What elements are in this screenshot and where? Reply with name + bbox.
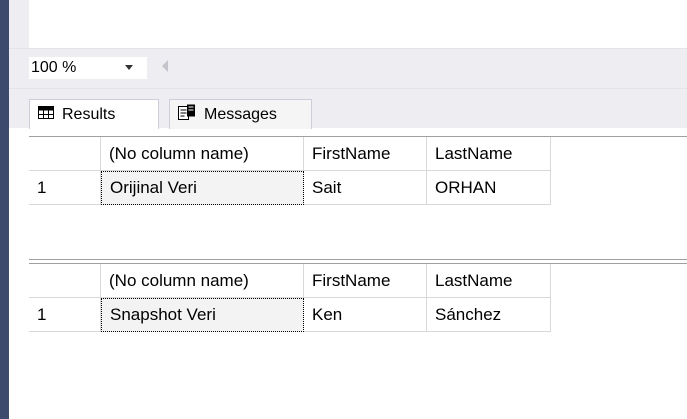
tab-results[interactable]: Results [29, 99, 159, 129]
tab-messages-label: Messages [204, 105, 277, 123]
column-header[interactable]: FirstName [304, 264, 427, 298]
column-header[interactable]: (No column name) [101, 137, 304, 171]
chevron-down-icon[interactable] [125, 65, 133, 70]
table-cell[interactable]: Sait [304, 171, 427, 205]
zoom-value: 100 % [31, 59, 77, 76]
column-header[interactable]: FirstName [304, 137, 427, 171]
zoom-dropdown[interactable]: 100 % [29, 57, 147, 79]
column-header[interactable]: (No column name) [101, 264, 304, 298]
row-number[interactable]: 1 [29, 171, 101, 205]
editor-left-border [0, 0, 9, 419]
result-grid-1[interactable]: (No column name) FirstName LastName 1 Or… [29, 136, 687, 260]
row-number-header [29, 264, 101, 298]
table-cell[interactable]: Ken [304, 298, 427, 332]
query-editor[interactable] [9, 0, 687, 48]
result-grid-2[interactable]: (No column name) FirstName LastName 1 Sn… [29, 263, 687, 419]
scroll-left-arrow-icon[interactable] [162, 60, 168, 72]
column-header[interactable]: LastName [427, 264, 551, 298]
results-tab-bar: Results Messages [9, 88, 687, 129]
grid-icon [38, 105, 54, 124]
column-header[interactable]: LastName [427, 137, 551, 171]
results-panel: Results Messages (No column name) FirstN… [9, 88, 687, 419]
grid-header-row: (No column name) FirstName LastName [29, 264, 551, 298]
table-row[interactable]: 1 Orijinal Veri Sait ORHAN [29, 171, 551, 205]
tab-messages[interactable]: Messages [169, 99, 312, 129]
table-row[interactable]: 1 Snapshot Veri Ken Sánchez [29, 298, 551, 332]
table-cell-selected[interactable]: Snapshot Veri [101, 298, 304, 332]
row-number-header [29, 137, 101, 171]
messages-icon [178, 104, 196, 125]
table-cell-selected[interactable]: Orijinal Veri [101, 171, 304, 205]
zoom-toolbar: 100 % [9, 48, 687, 88]
row-number[interactable]: 1 [29, 298, 101, 332]
table-cell[interactable]: ORHAN [427, 171, 551, 205]
tab-results-label: Results [62, 105, 116, 123]
table-cell[interactable]: Sánchez [427, 298, 551, 332]
editor-margin [9, 0, 29, 48]
grid-header-row: (No column name) FirstName LastName [29, 137, 551, 171]
